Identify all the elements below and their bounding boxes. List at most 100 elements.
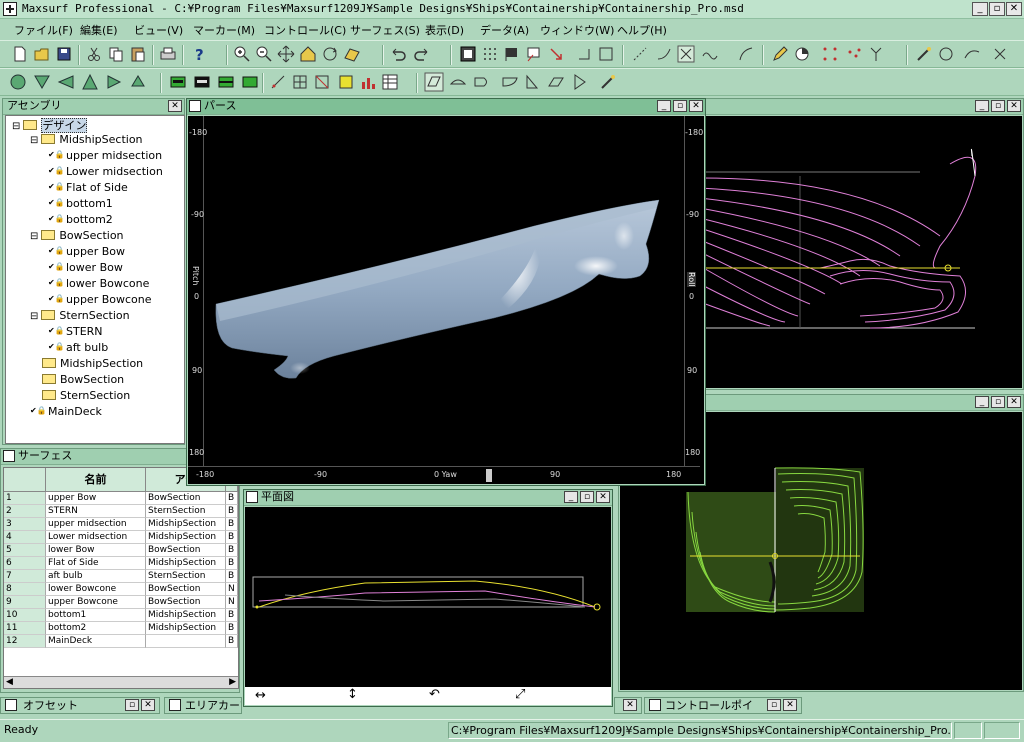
yaw-ruler[interactable]: -180 -90 0 Yaw 90 180 [188,466,700,484]
tree-node[interactable]: ⊟ SternSection [30,309,130,322]
grid-header-name[interactable]: 名前 [46,468,146,492]
control-minimized[interactable]: コントロールポイ ▫ ✕ [644,697,802,714]
table-cell-name[interactable]: lower Bow [46,544,146,557]
visible-lock-icon[interactable]: ✔🔒 [48,294,64,303]
home-view-icon[interactable] [298,44,318,64]
assembly-close-button[interactable]: ✕ [168,100,182,112]
table-cell-assembly[interactable]: BowSection [146,596,226,609]
sphere-view-icon[interactable] [8,72,28,92]
plan-view[interactable] [245,507,611,687]
table-cell-assembly[interactable]: MidshipSection [146,622,226,635]
collapse-toggle-icon[interactable]: ⊟ [30,135,38,146]
cross-icon[interactable] [990,44,1010,64]
sail-shape-icon[interactable] [522,72,542,92]
copy-icon[interactable] [106,44,126,64]
body-close-button[interactable]: ✕ [1007,396,1021,408]
table-row[interactable]: 6 Flat of Side MidshipSection B [4,557,238,570]
table-cell-x[interactable]: B [226,531,238,544]
points-icon[interactable] [268,72,288,92]
rudder-shape-icon[interactable] [570,72,590,92]
control-close-button[interactable]: ✕ [783,699,797,711]
scatter-icon[interactable] [844,44,864,64]
menu-edit[interactable]: 編集(E) [80,22,118,38]
table-cell-x[interactable]: B [226,544,238,557]
table-cell-name[interactable]: Lower midsection [46,531,146,544]
perspective-close-button[interactable]: ✕ [689,100,703,112]
cross-grid-icon[interactable] [676,44,696,64]
yaw-slider-thumb[interactable] [486,469,492,482]
dash-diagonal-icon[interactable] [630,44,650,64]
net-red-icon[interactable] [312,72,332,92]
tree-node[interactable]: ✔🔒Lower midsection [48,165,163,178]
table-cell-assembly[interactable]: MidshipSection [146,557,226,570]
table-cell-x[interactable]: B [226,635,238,648]
net-icon[interactable] [290,72,310,92]
table-cell-x[interactable]: N [226,583,238,596]
table-cell-name[interactable]: aft bulb [46,570,146,583]
table-cell-name[interactable]: upper Bow [46,492,146,505]
wand2-icon[interactable] [598,72,618,92]
plan-maximize-button[interactable]: ▫ [580,491,594,503]
menu-marker[interactable]: マーカー(M) [193,22,255,38]
tree-node[interactable]: SternSection [30,389,130,402]
hull-shape-icon[interactable] [448,72,468,92]
table-cell-assembly[interactable]: MidshipSection [146,609,226,622]
tree-node[interactable]: ✔🔒upper Bowcone [48,293,152,306]
visible-lock-icon[interactable]: ✔🔒 [48,150,64,159]
roll-ruler[interactable]: -180 -90 0 90 180 Roll [684,116,703,466]
fin-shape-icon[interactable] [546,72,566,92]
table-row[interactable]: 2 STERN SternSection B [4,505,238,518]
layer1-icon[interactable] [168,72,188,92]
cut-icon[interactable] [84,44,104,64]
pencil-icon[interactable] [770,44,790,64]
table-row[interactable]: 10 bottom1 MidshipSection B [4,609,238,622]
side-view-icon[interactable] [104,72,124,92]
tree-node[interactable]: ✔🔒bottom2 [48,213,113,226]
restore-button[interactable]: ▫ [989,2,1005,16]
keel-shape-icon[interactable] [500,72,520,92]
table-cell-assembly[interactable] [146,635,226,648]
visible-lock-icon[interactable]: ✔🔒 [48,326,64,335]
tree-node[interactable]: ✔🔒bottom1 [48,197,113,210]
control-restore-button[interactable]: ▫ [767,699,781,711]
offset-restore-button[interactable]: ▫ [125,699,139,711]
table-cell-assembly[interactable]: MidshipSection [146,531,226,544]
tree-node[interactable]: ✔🔒MainDeck [30,405,102,418]
undo-icon[interactable] [388,44,408,64]
table-cell-name[interactable]: lower Bowcone [46,583,146,596]
visible-lock-icon[interactable]: ✔🔒 [48,342,64,351]
menu-control[interactable]: コントロール(C) [264,22,346,38]
profile-close-button[interactable]: ✕ [1007,100,1021,112]
wand-icon[interactable] [914,44,934,64]
table-cell-x[interactable]: N [226,596,238,609]
wave-icon[interactable] [700,44,720,64]
surfaces-grid[interactable]: 名前 アセ 1upper BowBowSectionB2STERNSternSe… [3,467,239,689]
redo-icon[interactable] [412,44,432,64]
pan-icon[interactable] [276,44,296,64]
shade-icon[interactable] [342,44,362,64]
close-button[interactable]: ✕ [1006,2,1022,16]
open-folder-icon[interactable] [32,44,52,64]
funnel-view-icon[interactable] [32,72,52,92]
scroll-left-icon[interactable]: ◀ [6,677,13,687]
collapse-toggle-icon[interactable]: ⊟ [12,121,20,132]
table-cell-x[interactable]: B [226,609,238,622]
pitch-ruler[interactable]: -180 -90 0 90 180 Pitch [188,116,207,466]
tree-node[interactable]: MidshipSection [30,357,143,370]
pie-icon[interactable] [792,44,812,64]
perspective-view[interactable]: -180 -90 0 90 180 Pitch -180 -90 0 90 18… [188,116,704,484]
app-icon[interactable] [3,2,17,16]
table-cell-name[interactable]: STERN [46,505,146,518]
table-row[interactable]: 4 Lower midsection MidshipSection B [4,531,238,544]
plan-close-button[interactable]: ✕ [596,491,610,503]
bars-icon[interactable] [358,72,378,92]
menu-window[interactable]: ウィンドウ(W) [540,22,614,38]
markers-icon[interactable] [524,44,544,64]
tree-node[interactable]: ✔🔒aft bulb [48,341,108,354]
pan-horizontal-icon[interactable]: ↔ [255,688,266,703]
tangent-icon[interactable] [736,44,756,64]
body-maximize-button[interactable]: ▫ [991,396,1005,408]
iso-view-icon[interactable] [128,72,148,92]
table-row[interactable]: 5 lower Bow BowSection B [4,544,238,557]
table-row[interactable]: 11 bottom2 MidshipSection B [4,622,238,635]
